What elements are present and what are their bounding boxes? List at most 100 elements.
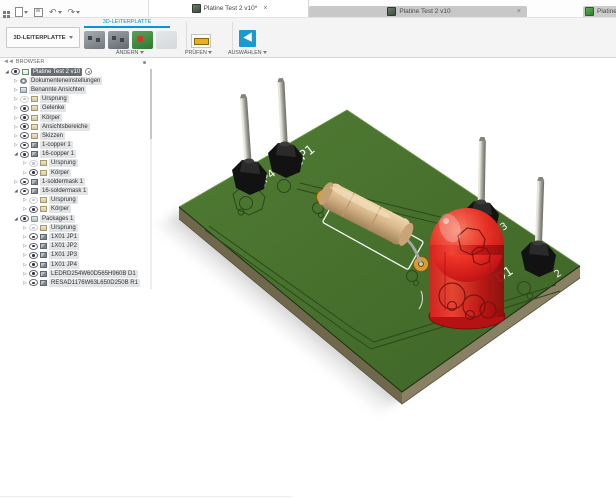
tree-item[interactable]: ▷ 1-soldermask 1 [0,177,154,186]
tree-item-label[interactable]: 1-copper 1 [40,141,73,150]
select-cursor-icon[interactable] [239,30,256,47]
tree-item[interactable]: ▷ Ursprung [0,95,154,104]
visibility-eye-icon[interactable] [29,242,38,250]
tree-item[interactable]: ◢ 16-soldermask 1 [0,186,154,196]
document-tab-partial[interactable]: Platine [583,6,616,17]
tree-item[interactable]: ▷ Körper [0,113,154,122]
tree-item[interactable]: ▷ Körper [0,205,154,214]
chevron-icon[interactable]: ▷ [12,105,20,111]
tree-item[interactable]: ◢ Packages 1 [0,214,154,223]
tree-item-label[interactable]: Platine Test 2 v10 [31,67,83,76]
visibility-eye-icon[interactable] [20,123,29,131]
visibility-eye-icon[interactable] [11,68,20,76]
workspace-selector-button[interactable]: 3D-LEITERPLATTE [6,27,80,48]
tree-item-label[interactable]: Benannte Ansichten [29,85,87,94]
chevron-icon[interactable]: ▷ [21,170,29,176]
pin-header-jp1[interactable] [268,78,303,178]
measure-ruler-icon[interactable] [191,34,211,48]
tree-item[interactable]: ▷ 1X01 JP2 [0,242,154,251]
chevron-icon[interactable]: ◢ [12,151,20,157]
tree-item[interactable]: ▷ Benannte Ansichten [0,85,154,94]
redo-button[interactable]: ↷ [68,7,81,17]
pin-header-jp2[interactable] [521,176,556,277]
visibility-eye-icon[interactable] [20,150,29,158]
chevron-icon[interactable]: ▷ [21,225,29,231]
tree-item[interactable]: ◢ Platine Test 2 v10 [0,67,154,76]
visibility-eye-icon[interactable] [29,233,38,241]
pruefen-menu[interactable]: PRÜFEN [185,50,213,56]
tree-item[interactable]: ▷ 1X01 JP3 [0,251,154,260]
tree-item-label[interactable]: Körper [49,168,72,177]
tree-item[interactable]: ▷ Ursprung [0,223,154,232]
visibility-eye-icon[interactable] [29,261,38,269]
chevron-icon[interactable]: ▷ [12,142,20,148]
browser-scrollbar[interactable] [150,69,152,289]
close-tab-icon[interactable]: × [263,5,267,12]
board-tool-icon[interactable] [84,31,105,49]
tree-item-label[interactable]: Skizzen [40,131,66,140]
browser-header[interactable]: ◄◄ BROWSER [0,57,154,67]
tree-item-label[interactable]: Körper [40,113,63,122]
tree-item-label[interactable]: 16-soldermask 1 [40,187,89,196]
chevron-icon[interactable]: ▷ [12,133,20,139]
visibility-eye-icon[interactable] [20,114,29,122]
visibility-eye-icon[interactable] [29,169,38,177]
close-tab-icon[interactable]: × [517,8,521,15]
visibility-eye-icon[interactable] [20,178,29,186]
tree-item[interactable]: ▷ Ursprung [0,159,154,168]
tree-item[interactable]: ▷ 1X01 JP1 [0,232,154,241]
undo-button[interactable]: ↶ [49,7,62,17]
visibility-eye-icon[interactable] [20,215,29,223]
tree-item-label[interactable]: Dokumenteneinstellungen [29,76,103,85]
tree-item-label[interactable]: LEDRD254W60D565H960B D1 [49,269,138,278]
chevron-icon[interactable]: ▷ [21,280,29,286]
tree-item[interactable]: ▷ LEDRD254W60D565H960B D1 [0,269,154,278]
visibility-eye-icon[interactable] [29,251,38,259]
chevron-icon[interactable]: ◢ [12,216,20,222]
tree-item-label[interactable]: Gelenke [40,104,67,113]
tree-item-label[interactable]: Ursprung [49,196,78,205]
tree-item[interactable]: ▷ Gelenke [0,104,154,113]
chevron-icon[interactable]: ▷ [12,78,20,84]
chevron-icon[interactable]: ▷ [12,179,20,185]
activate-radio-icon[interactable] [85,68,93,76]
led-d1[interactable] [428,208,506,330]
tree-item-label[interactable]: Ursprung [49,223,78,232]
tree-item-label[interactable]: 1X01 JP3 [49,251,80,260]
chevron-icon[interactable]: ▷ [21,197,29,203]
tree-item[interactable]: ▷ Ansichtsbereiche [0,122,154,131]
visibility-eye-icon[interactable] [29,196,38,204]
tree-item-label[interactable]: 1X01 JP1 [49,232,80,241]
visibility-eye-icon[interactable] [20,187,29,195]
tree-item[interactable]: ▷ 1X01 JP4 [0,260,154,269]
app-grid-icon[interactable] [3,10,6,14]
chevron-icon[interactable]: ▷ [12,87,20,93]
chevron-icon[interactable]: ▷ [21,206,29,212]
visibility-eye-icon[interactable] [20,132,29,140]
tree-item[interactable]: ▷ Körper [0,168,154,177]
tree-item-label[interactable]: Ansichtsbereiche [40,122,90,131]
tree-item-label[interactable]: 16-copper 1 [40,150,77,159]
tree-item-label[interactable]: 1X01 JP4 [49,260,80,269]
panel-options-icon[interactable] [143,60,146,64]
tree-item[interactable]: ▷ Dokumenteneinstellungen [0,76,154,85]
tree-item-label[interactable]: 1X01 JP2 [49,242,80,251]
tree-item-label[interactable]: RESAD1176W63L650D250B R1 [49,278,140,287]
visibility-eye-icon[interactable] [20,141,29,149]
ribbon-tab-3d-leiterplatte[interactable]: 3D-LEITERPLATTE [84,19,170,28]
tree-item[interactable]: ◢ 16-copper 1 [0,150,154,159]
tree-item[interactable]: ▷ Skizzen [0,131,154,140]
save-icon[interactable] [34,7,43,17]
visibility-eye-icon[interactable] [20,104,29,112]
visibility-eye-icon[interactable] [29,205,38,213]
aendern-menu[interactable]: ÄNDERN [116,50,144,56]
chevron-icon[interactable]: ▷ [21,160,29,166]
collapse-panel-icon[interactable]: ◄◄ [3,59,14,65]
tree-item-label[interactable]: Packages 1 [40,214,76,223]
chevron-icon[interactable]: ▷ [12,115,20,121]
chevron-icon[interactable]: ▷ [21,271,29,277]
board-edit-tool-icon[interactable] [108,31,129,49]
chevron-icon[interactable]: ◢ [12,188,20,194]
auswaehlen-menu[interactable]: AUSWÄHLEN [228,50,268,56]
component-color-tool-icon[interactable] [132,31,153,49]
